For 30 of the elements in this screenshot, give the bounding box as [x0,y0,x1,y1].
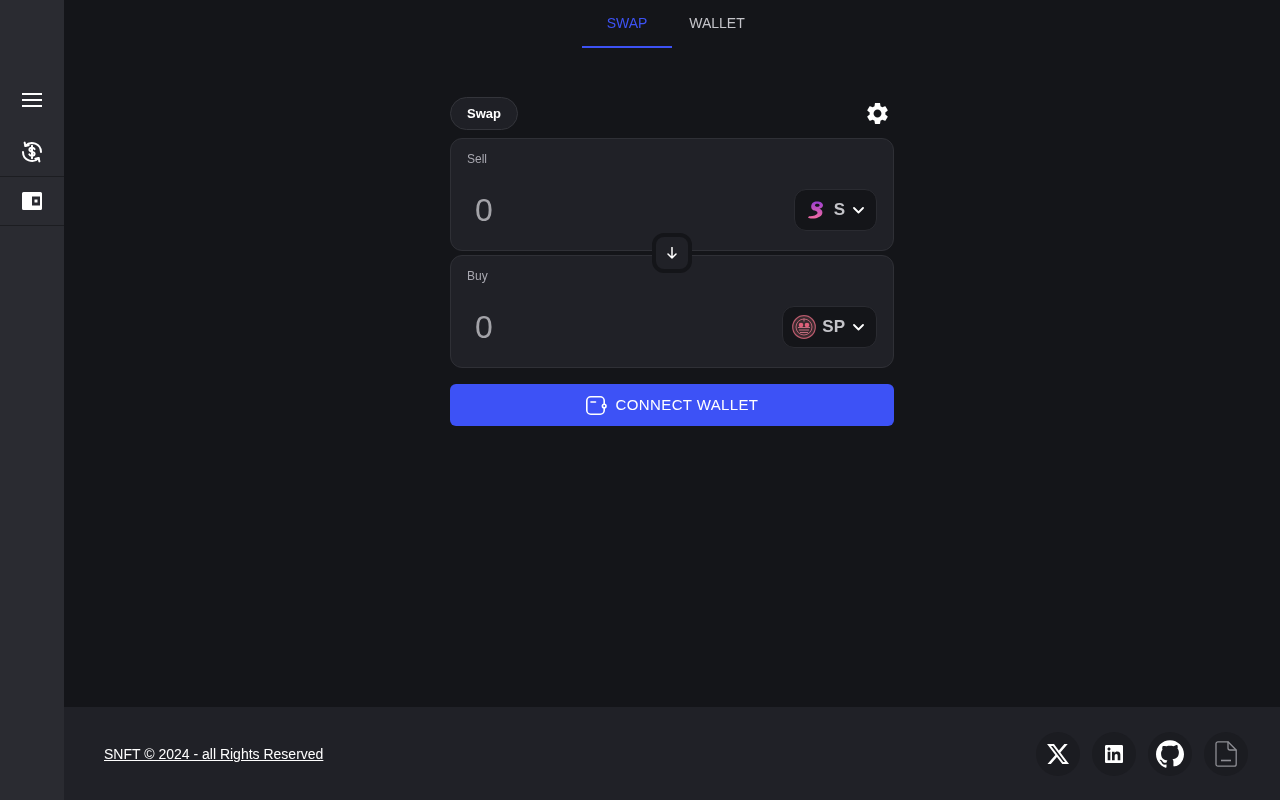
x-logo-icon [1047,743,1069,764]
menu-icon [22,93,42,107]
settings-button[interactable] [865,101,889,126]
document-icon [1215,740,1237,767]
chevron-down-icon [853,206,864,214]
settings-icon [866,103,888,124]
wallet-nav-button[interactable] [0,176,64,226]
copyright-link[interactable]: SNFT © 2024 - all Rights Reserved [104,743,324,764]
social-link[interactable] [1036,731,1080,776]
social-link[interactable] [1148,731,1192,776]
github-logo-icon [1156,739,1184,768]
mode-label[interactable]: Swap [450,97,518,130]
arrow-down-icon [667,247,677,259]
dollar-cycle-icon [20,140,44,164]
token-selector[interactable]: SP [782,306,877,348]
tab[interactable]: WALLET [672,0,762,48]
wallet-outline-icon [585,395,607,415]
chevron-down-icon [853,323,864,331]
linkedin-logo-icon [1105,744,1123,763]
panel-label: Sell [467,151,488,167]
token-selector[interactable]: S [793,189,877,231]
amount-field[interactable]: 0 [467,189,747,231]
emblem-token-icon [792,315,817,339]
social-link[interactable] [1092,731,1136,776]
amount-field[interactable]: 0 [467,306,747,348]
wallet-icon [22,192,42,210]
panel-label: Buy [467,268,489,284]
squiggle-token-icon [806,201,825,219]
flip-button[interactable] [652,233,692,273]
connect-wallet-button[interactable]: CONNECT WALLET [450,384,894,426]
